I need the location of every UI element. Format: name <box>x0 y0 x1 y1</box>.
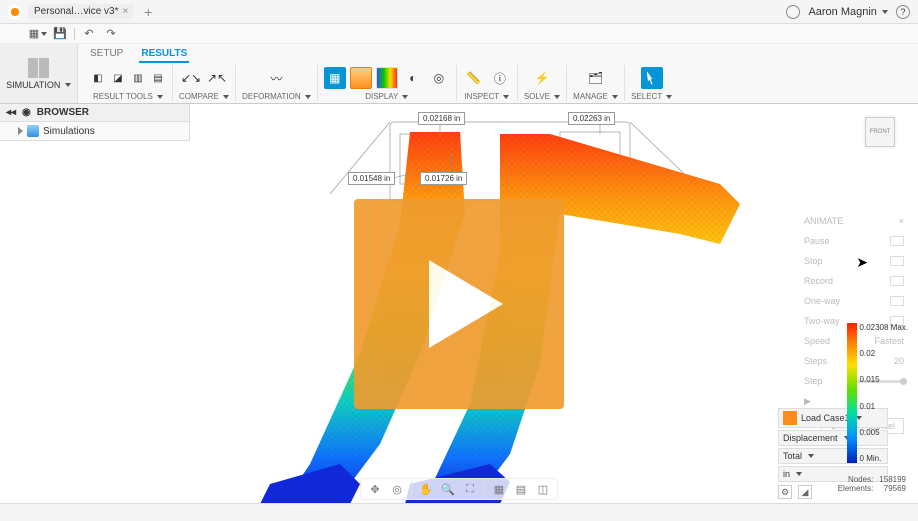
display-contour-icon[interactable] <box>376 67 398 89</box>
manage-icon[interactable]: 🗂 <box>585 67 607 89</box>
loadcase-color-icon <box>783 411 797 425</box>
close-icon[interactable]: × <box>899 216 904 226</box>
result-tool-4-icon[interactable]: ▤ <box>150 70 166 86</box>
display-settings-icon[interactable]: ▦ <box>491 481 507 497</box>
recent-icon[interactable] <box>786 5 800 19</box>
quick-access-toolbar: ▦ 💾 ↶ ↷ <box>0 24 918 44</box>
deformation-icon[interactable]: 〰 <box>265 67 287 89</box>
group-manage: 🗂 MANAGE <box>567 65 625 101</box>
legend-settings-icon[interactable]: ⚙ <box>778 485 792 499</box>
user-menu[interactable]: Aaron Magnin <box>808 6 888 18</box>
document-tab[interactable]: Personal…vice v3* × <box>28 4 134 19</box>
inspect-measure-icon[interactable]: 📏 <box>463 67 485 89</box>
display-wire-icon[interactable]: ◎ <box>428 67 450 89</box>
oneway-toggle[interactable] <box>890 296 904 306</box>
viewcube-face[interactable]: FRONT <box>865 117 895 147</box>
group-deformation: 〰 DEFORMATION <box>236 65 318 101</box>
video-play-overlay[interactable] <box>354 199 564 409</box>
look-icon[interactable]: ◎ <box>389 481 405 497</box>
tab-setup[interactable]: SETUP <box>88 46 125 63</box>
document-name: Personal…vice v3* <box>34 6 118 17</box>
result-tool-1-icon[interactable]: ◧ <box>90 70 106 86</box>
play-triangle-icon <box>429 260 503 348</box>
group-compare: ↙↘ ↗↖ COMPARE <box>173 65 236 101</box>
ribbon: SIMULATION SETUP RESULTS ◧ ◪ ▥ ▤ RESULT … <box>0 44 918 104</box>
compare-reduce-icon[interactable]: ↙↘ <box>180 67 202 89</box>
display-smooth-icon[interactable] <box>350 67 372 89</box>
help-icon[interactable]: ? <box>896 5 910 19</box>
app-logo-icon <box>8 5 22 19</box>
animate-title: ANIMATE <box>804 216 843 226</box>
ribbon-tabs: SETUP RESULTS <box>78 44 918 63</box>
result-tool-3-icon[interactable]: ▥ <box>130 70 146 86</box>
probe-callout[interactable]: 0.02263 in <box>568 112 615 125</box>
main-area: ◂◂ ◉ BROWSER Simulations <box>0 104 918 503</box>
viewport[interactable]: 0.02168 in 0.02263 in 0.01548 in 0.01726… <box>0 104 918 503</box>
new-tab-button[interactable]: + <box>140 4 156 20</box>
file-menu-button[interactable]: ▦ <box>30 26 46 42</box>
probe-callout[interactable]: 0.01726 in <box>420 172 467 185</box>
zoom-icon[interactable]: 🔍 <box>440 481 456 497</box>
mesh-statistics: Nodes:158199 Elements:79569 <box>838 475 906 493</box>
select-arrow-icon[interactable] <box>641 67 663 89</box>
legend-visibility-icon[interactable]: ◢ <box>798 485 812 499</box>
workspace-label: SIMULATION <box>6 80 60 90</box>
probe-callout[interactable]: 0.01548 in <box>348 172 395 185</box>
display-iso-icon[interactable]: ◐ <box>402 67 424 89</box>
viewport-layout-icon[interactable]: ◫ <box>535 481 551 497</box>
orbit-icon[interactable]: ✥ <box>367 481 383 497</box>
close-tab-icon[interactable]: × <box>122 6 128 17</box>
play-icon[interactable]: ▶ <box>804 396 811 407</box>
group-solve: ⚡ SOLVE <box>518 65 567 101</box>
status-bar <box>0 503 918 521</box>
record-button[interactable] <box>890 276 904 286</box>
redo-button[interactable]: ↷ <box>103 26 119 42</box>
group-result-tools: ◧ ◪ ▥ ▤ RESULT TOOLS <box>84 65 173 101</box>
group-inspect: 📏 ⓘ INSPECT <box>457 65 518 101</box>
titlebar: Personal…vice v3* × + Aaron Magnin ? <box>0 0 918 24</box>
chevron-down-icon <box>882 10 888 14</box>
probe-callout[interactable]: 0.02168 in <box>418 112 465 125</box>
group-display: ▦ ◐ ◎ DISPLAY <box>318 65 457 101</box>
group-select: SELECT <box>625 65 678 101</box>
colorbar-ticks: 0.02308 Max. 0.02 0.015 0.01 0.005 0 Min… <box>860 323 908 463</box>
stop-button[interactable] <box>890 256 904 266</box>
pan-icon[interactable]: ✋ <box>418 481 434 497</box>
user-name: Aaron Magnin <box>808 6 877 18</box>
save-button[interactable]: 💾 <box>52 26 68 42</box>
view-cube[interactable]: FRONT <box>860 112 900 152</box>
grid-icon[interactable]: ▤ <box>513 481 529 497</box>
compare-expand-icon[interactable]: ↗↖ <box>206 67 228 89</box>
solve-icon[interactable]: ⚡ <box>531 67 553 89</box>
display-mesh-icon[interactable]: ▦ <box>324 67 346 89</box>
tab-results[interactable]: RESULTS <box>139 46 189 63</box>
colorbar <box>847 323 857 463</box>
undo-button[interactable]: ↶ <box>81 26 97 42</box>
fit-icon[interactable]: ⛶ <box>462 481 478 497</box>
inspect-probe-icon[interactable]: ⓘ <box>489 67 511 89</box>
pause-button[interactable] <box>890 236 904 246</box>
result-tool-2-icon[interactable]: ◪ <box>110 70 126 86</box>
workspace-selector[interactable]: SIMULATION <box>0 44 78 103</box>
navigation-toolbar: ✥ ◎ ✋ 🔍 ⛶ ▦ ▤ ◫ <box>360 478 558 500</box>
